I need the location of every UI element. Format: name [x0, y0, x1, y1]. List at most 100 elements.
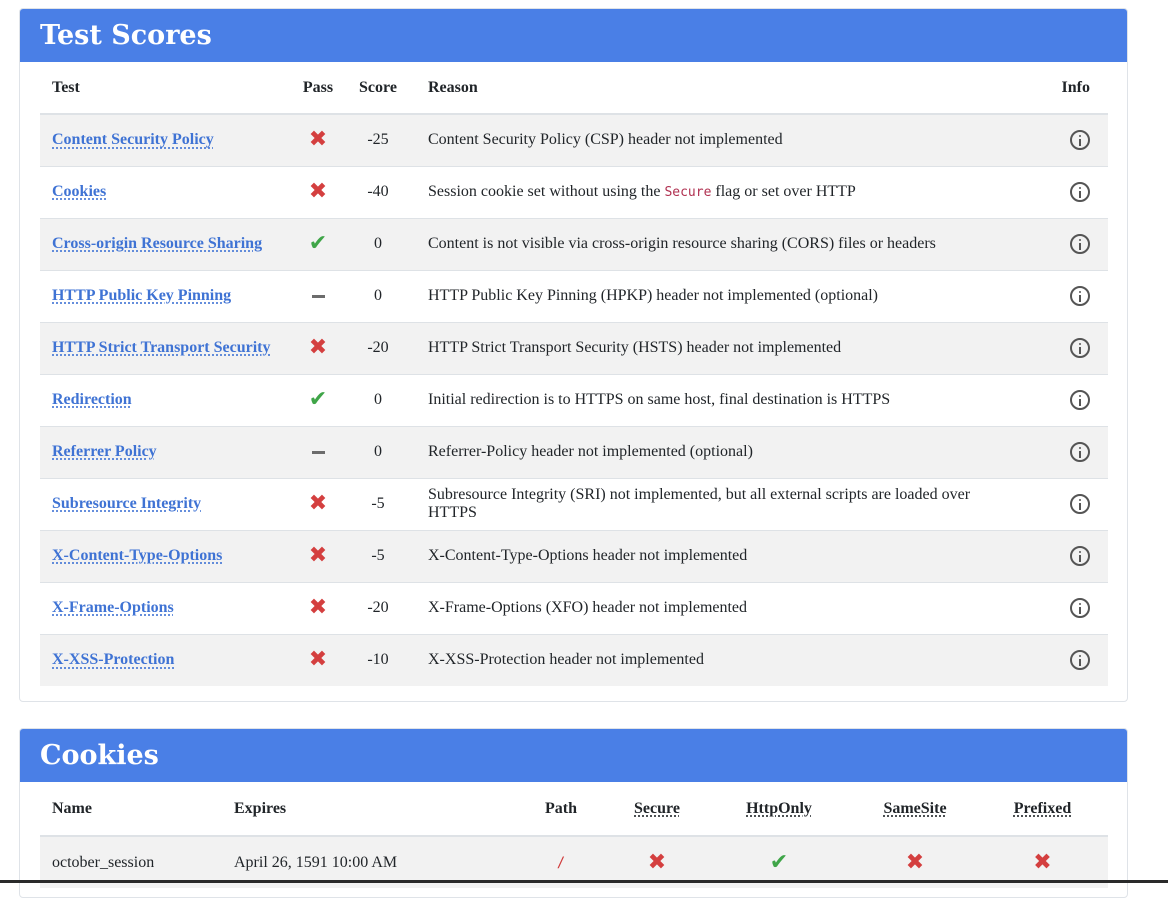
info-icon[interactable]	[1070, 234, 1090, 254]
info-icon[interactable]	[1070, 338, 1090, 358]
reason-text: Subresource Integrity (SRI) not implemen…	[428, 486, 971, 521]
reason-cell: Session cookie set without using the Sec…	[412, 165, 1004, 218]
score-cell: -25	[367, 131, 389, 149]
x-mark-icon: ✖	[308, 335, 328, 360]
score-cell: -40	[344, 165, 412, 218]
test-link[interactable]: Subresource Integrity	[52, 495, 201, 512]
table-row: X-Content-Type-Options ✖ -5 X-Content-Type-…	[40, 529, 1108, 582]
pass-cell: ✖	[292, 477, 344, 530]
column-header-expires: Expires	[233, 782, 513, 837]
reason-cell: X-Frame-Options (XFO) header not impleme…	[412, 581, 1004, 634]
reason-cell: Content Security Policy (CSP) header not…	[412, 114, 1004, 166]
test-link[interactable]: X-Frame-Options	[52, 599, 174, 616]
x-mark-icon: ✖	[905, 849, 925, 875]
column-header-samesite: SameSite	[853, 782, 977, 837]
score-cell: -20	[344, 581, 412, 634]
test-cell: Subresource Integrity	[40, 477, 292, 530]
pass-cell: ✔	[292, 373, 344, 426]
info-icon[interactable]	[1070, 130, 1090, 151]
test-link[interactable]: HTTP Public Key Pinning	[52, 287, 231, 304]
reason-cell: HTTP Strict Transport Security (HSTS) he…	[412, 321, 1004, 374]
score-cell: 0	[344, 425, 412, 478]
x-mark-icon: ✖	[308, 179, 328, 204]
info-icon[interactable]	[1070, 494, 1090, 514]
info-icon[interactable]	[1070, 182, 1090, 202]
httponly-abbr[interactable]: HttpOnly	[746, 800, 812, 817]
column-header-path: Path	[513, 782, 609, 837]
test-link[interactable]: X-XSS-Protection	[52, 651, 174, 668]
table-row: Content Security Policy ✖ -25 Content Secur…	[40, 114, 1108, 166]
test-scores-title: Test Scores	[20, 9, 1127, 62]
reason-text: HTTP Strict Transport Security (HSTS) he…	[428, 339, 842, 356]
prefixed-abbr[interactable]: Prefixed	[1014, 800, 1071, 817]
test-cell: X-XSS-Protection	[40, 633, 292, 686]
info-cell	[1004, 425, 1108, 478]
column-header-name: Name	[40, 782, 233, 837]
column-header-secure: Secure	[609, 782, 705, 837]
reason-cell: HTTP Public Key Pinning (HPKP) header no…	[412, 269, 1004, 322]
test-link[interactable]: Content Security Policy	[52, 131, 214, 148]
reason-text: X-XSS-Protection header not implemented	[428, 651, 704, 669]
info-cell	[1004, 217, 1108, 270]
score-cell: 0	[344, 373, 412, 426]
column-header-info: Info	[1004, 62, 1108, 115]
pass-cell: ✖	[292, 114, 344, 166]
info-icon[interactable]	[1070, 598, 1090, 618]
info-icon[interactable]	[1070, 286, 1090, 306]
cookies-header-row: Name Expires Path Secure HttpOnly SameSi…	[40, 782, 1108, 837]
score-cell: -5	[344, 529, 412, 582]
reason-cell: X-XSS-Protection header not implemented	[412, 633, 1004, 686]
score-cell: -10	[344, 633, 412, 686]
column-header-test: Test	[40, 62, 292, 115]
check-mark-icon: ✔	[308, 387, 328, 412]
info-cell	[1004, 321, 1108, 374]
x-mark-icon: ✖	[308, 595, 328, 620]
column-header-pass: Pass	[292, 62, 344, 115]
pass-cell	[292, 425, 344, 478]
info-cell	[1004, 114, 1108, 166]
samesite-abbr[interactable]: SameSite	[883, 800, 946, 817]
dash-icon	[311, 450, 325, 454]
reason-cell: Subresource Integrity (SRI) not implemen…	[412, 477, 1004, 530]
test-cell: Redirection	[40, 373, 292, 426]
x-mark-icon: ✖	[308, 647, 328, 673]
test-cell: Cookies	[40, 165, 292, 218]
secure-abbr[interactable]: Secure	[634, 800, 680, 817]
reason-text: Initial redirection is to HTTPS on same …	[428, 391, 891, 408]
info-icon[interactable]	[1070, 390, 1090, 410]
test-link[interactable]: Cookies	[52, 183, 106, 200]
score-cell: -5	[344, 477, 412, 530]
test-cell: X-Content-Type-Options	[40, 529, 292, 582]
table-row: Subresource Integrity ✖ -5 Subresource Inte…	[40, 477, 1108, 530]
info-icon[interactable]	[1070, 546, 1090, 566]
pass-cell: ✖	[292, 529, 344, 582]
table-row: Referrer Policy 0 Referrer-Policy header n…	[40, 425, 1108, 478]
test-link[interactable]: HTTP Strict Transport Security	[52, 339, 271, 356]
column-header-reason: Reason	[412, 62, 1004, 115]
pass-cell: ✔	[292, 217, 344, 270]
score-cell: 0	[344, 217, 412, 270]
test-link[interactable]: Referrer Policy	[52, 443, 157, 460]
info-cell	[1004, 581, 1108, 634]
check-mark-icon: ✔	[308, 231, 328, 256]
test-link[interactable]: X-Content-Type-Options	[52, 547, 222, 564]
cookies-card: Cookies Name Expires Path Secure HttpOnl…	[19, 728, 1128, 898]
test-link[interactable]: Redirection	[52, 391, 132, 408]
reason-text: Session cookie set without using the	[428, 183, 665, 200]
table-row: X-Frame-Options ✖ -20 X-Frame-Options (XFO)…	[40, 581, 1108, 634]
test-link[interactable]: Cross-origin Resource Sharing	[52, 235, 262, 252]
info-cell	[1004, 477, 1108, 530]
test-cell: Cross-origin Resource Sharing	[40, 217, 292, 270]
info-icon[interactable]	[1070, 650, 1090, 671]
cookies-title: Cookies	[20, 729, 1127, 782]
x-mark-icon: ✖	[1033, 849, 1052, 875]
test-cell: X-Frame-Options	[40, 581, 292, 634]
info-icon[interactable]	[1070, 442, 1090, 462]
table-row: HTTP Strict Transport Security ✖ -20 HTTP S…	[40, 321, 1108, 374]
score-cell: 0	[344, 269, 412, 322]
test-cell: Referrer Policy	[40, 425, 292, 478]
reason-cell: Referrer-Policy header not implemented (…	[412, 425, 1004, 478]
info-cell	[1004, 529, 1108, 582]
x-mark-icon: ✖	[308, 543, 328, 568]
table-row: HTTP Public Key Pinning 0 HTTP Public Key …	[40, 269, 1108, 322]
